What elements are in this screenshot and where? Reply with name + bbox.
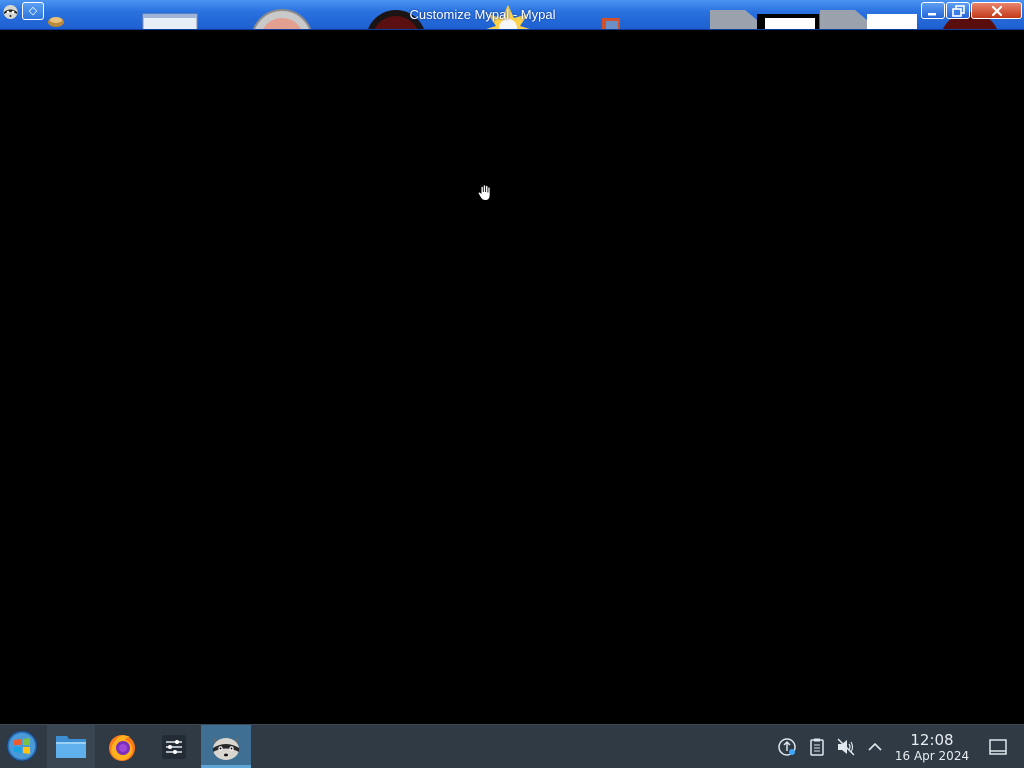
taskbar-settings[interactable] [150, 725, 198, 768]
clock[interactable]: 12:08 16 Apr 2024 [888, 731, 976, 764]
minimize-button[interactable] [921, 2, 945, 19]
clock-time: 12:08 [910, 731, 954, 749]
clipboard-icon[interactable] [807, 737, 827, 757]
window-menu-glyph: ◇ [28, 4, 38, 17]
close-icon [991, 5, 1003, 17]
preview-icon-mug [48, 17, 64, 27]
volume-muted-icon[interactable] [836, 737, 856, 757]
window-title: Customize Mypal - Mypal [409, 7, 556, 22]
window-content[interactable] [0, 30, 1024, 724]
preview-icon-dial [253, 9, 311, 29]
file-manager-icon [56, 736, 86, 758]
close-button[interactable] [971, 2, 1022, 19]
settings-sliders-icon [162, 735, 186, 759]
updates-icon[interactable] [777, 737, 797, 757]
mypal-raccoon-icon [213, 737, 239, 760]
hand-cursor-icon [477, 184, 491, 201]
maximize-button[interactable] [946, 2, 970, 19]
mypal-app-icon[interactable] [2, 3, 19, 20]
preview-icon-docs [710, 10, 917, 29]
taskbar-firefox[interactable] [98, 725, 146, 768]
minimize-icon [928, 13, 936, 16]
firefox-icon [109, 735, 135, 761]
chevron-up-icon[interactable] [865, 737, 885, 757]
start-orb-icon [6, 730, 38, 762]
clock-date: 16 Apr 2024 [894, 749, 970, 763]
start-button[interactable] [0, 725, 44, 768]
taskbar-file-manager[interactable] [47, 725, 95, 768]
taskbar: 12:08 16 Apr 2024 [0, 724, 1024, 768]
show-desktop-icon[interactable] [988, 737, 1008, 757]
maximize-icon [952, 5, 965, 17]
preview-icon-window [142, 13, 198, 29]
window-title-bar[interactable]: ◇ Customize Mypal - Mypal [0, 0, 1024, 30]
taskbar-mypal[interactable] [201, 725, 251, 768]
